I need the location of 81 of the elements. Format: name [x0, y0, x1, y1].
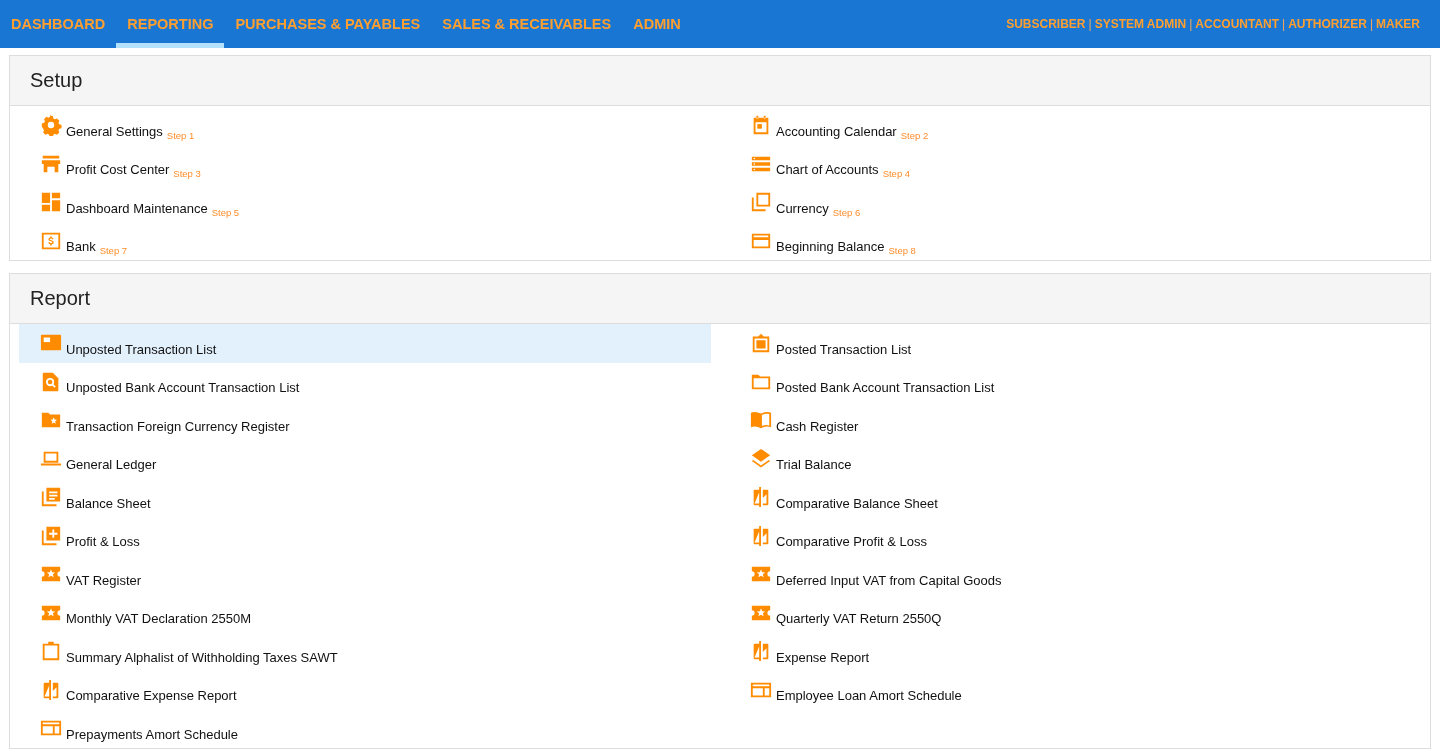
step-label: Step 3 — [173, 168, 201, 179]
menu-item[interactable]: Trial Balance — [729, 439, 1421, 478]
add-stack-icon — [40, 524, 62, 547]
menu-item-label: Unposted Bank Account Transaction List — [66, 380, 300, 395]
section-title: Setup — [30, 69, 83, 92]
menu-item[interactable]: Expense Report — [729, 632, 1421, 671]
menu-item-label: Accounting Calendar — [776, 123, 897, 139]
menu-item-label: Beginning Balance — [776, 239, 885, 254]
menu-item-label: Dashboard Maintenance — [66, 200, 208, 216]
step-label: Step 8 — [888, 245, 916, 256]
menu-item[interactable]: Transaction Foreign Currency Register — [19, 401, 711, 440]
menu-item[interactable]: Comparative Balance Sheet — [729, 478, 1421, 517]
menu-item[interactable]: Unposted Bank Account Transaction List — [19, 362, 711, 401]
menu-item[interactable]: Accounting Calendar Step 2 — [729, 106, 1421, 145]
copy-icon — [750, 191, 772, 213]
separator: | — [1282, 17, 1286, 31]
menu-item[interactable]: Balance Sheet — [19, 478, 711, 517]
step-label: Step 6 — [832, 206, 861, 218]
doc-stack-icon — [40, 486, 62, 508]
menu-item[interactable]: Prepayments Amort Schedule — [19, 709, 711, 748]
menu-item[interactable]: Unposted Transaction List — [19, 324, 711, 363]
step-label: Step 2 — [900, 129, 929, 141]
step-label: Step 5 — [211, 206, 240, 218]
separator: | — [1369, 17, 1373, 31]
menu-item[interactable]: Posted Transaction List — [729, 324, 1421, 363]
menu-item-label: Bank — [66, 239, 96, 254]
menu-item-label: Monthly VAT Declaration 2550M — [66, 611, 251, 626]
menu-item-label: Transaction Foreign Currency Register — [66, 418, 290, 434]
clipboard-icon — [750, 332, 772, 354]
menu-item[interactable]: Currency Step 6 — [729, 183, 1421, 222]
dashboard-icon — [40, 191, 62, 213]
menu-item-label: Comparative Profit & Loss — [776, 534, 927, 549]
menu-item[interactable]: General Ledger — [19, 439, 711, 478]
menu-item[interactable]: Monthly VAT Declaration 2550M — [19, 593, 711, 632]
menu-item[interactable]: Posted Bank Account Transaction List — [729, 362, 1421, 401]
menu-item-label: Prepayments Amort Schedule — [66, 726, 238, 742]
menu-item-label: Deferred Input VAT from Capital Goods — [776, 572, 1002, 588]
menu-item-label: Chart of Accounts — [776, 162, 879, 177]
menu-item[interactable]: Dashboard Maintenance Step 5 — [19, 183, 711, 222]
separator: | — [1189, 17, 1193, 31]
menu-item-label: Summary Alphalist of Withholding Taxes SAWT — [66, 649, 338, 665]
gear-icon — [40, 114, 62, 136]
menu-item[interactable]: Comparative Profit & Loss — [729, 516, 1421, 555]
menu-item[interactable]: Quarterly VAT Return 2550Q — [729, 593, 1421, 632]
separator: | — [1088, 17, 1092, 31]
menu-item-label: Posted Bank Account Transaction List — [776, 380, 995, 395]
menu-item-label: Profit & Loss — [66, 534, 140, 549]
menu-item[interactable]: Deferred Input VAT from Capital Goods — [729, 555, 1421, 594]
menu-item-label: Trial Balance — [776, 457, 852, 472]
book-icon — [750, 409, 772, 431]
menu-item[interactable]: Bank Step 7 — [19, 221, 711, 260]
menu-item[interactable]: Profit & Loss — [19, 516, 711, 555]
menu-item[interactable]: Beginning Balance Step 8 — [729, 221, 1421, 260]
menu-item[interactable]: Employee Loan Amort Schedule — [729, 670, 1421, 709]
menu-item-label: Profit Cost Center — [66, 162, 170, 177]
menu-item-label: Balance Sheet — [66, 495, 151, 511]
menu-item-label: Unposted Transaction List — [66, 341, 217, 357]
menu-item-label: VAT Register — [66, 572, 142, 588]
menu-item-label: Posted Transaction List — [776, 341, 912, 357]
menu-item-label: Expense Report — [776, 649, 870, 665]
menu-item-label: Cash Register — [776, 418, 859, 434]
step-label: Step 7 — [99, 245, 128, 256]
menu-item-label: Comparative Balance Sheet — [776, 495, 938, 511]
menu-item-label: Employee Loan Amort Schedule — [776, 688, 962, 703]
menu-item-label: Quarterly VAT Return 2550Q — [776, 611, 942, 626]
menu-item[interactable]: Chart of Accounts Step 4 — [729, 144, 1421, 183]
clipboard-empty-icon — [40, 640, 62, 662]
menu-item[interactable]: Cash Register — [729, 401, 1421, 440]
section-title: Report — [30, 287, 91, 310]
step-label: Step 4 — [882, 168, 911, 179]
menu-item[interactable]: Profit Cost Center Step 3 — [19, 144, 711, 183]
layers-icon — [750, 447, 772, 470]
menu-item[interactable]: Comparative Expense Report — [19, 670, 711, 709]
menu-item[interactable]: Summary Alphalist of Withholding Taxes SAWT — [19, 632, 711, 671]
menu-item-label: Comparative Expense Report — [66, 688, 237, 703]
step-label: Step 1 — [166, 129, 195, 141]
menu-item-label: General Settings — [66, 123, 163, 139]
menu-item-label: General Ledger — [66, 457, 157, 472]
menu-item[interactable]: VAT Register — [19, 555, 711, 594]
menu-item-label: Currency — [776, 200, 829, 216]
menu-item[interactable]: General Settings Step 1 — [19, 106, 711, 145]
